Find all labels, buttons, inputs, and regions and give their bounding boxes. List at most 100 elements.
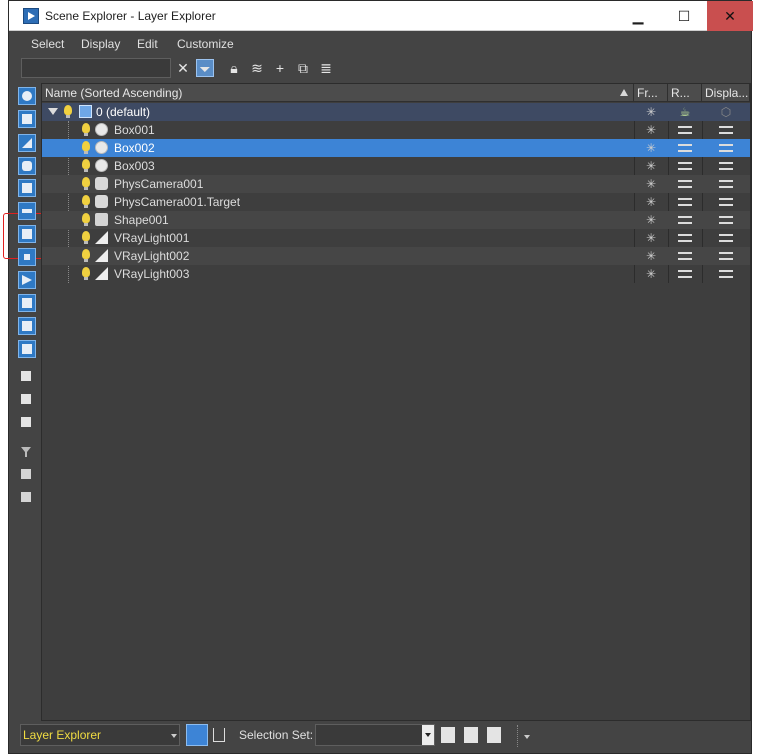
display-groups-icon[interactable] [18, 225, 36, 243]
display-bones-icon[interactable] [18, 271, 36, 289]
light-bulb-icon[interactable] [82, 123, 90, 136]
display-box-icon[interactable]: ⬡ [719, 105, 733, 119]
display-stack-icon[interactable] [719, 159, 733, 173]
object-row-box001[interactable]: Box001 ✳ [42, 121, 750, 139]
selection-set-dropdown[interactable] [315, 724, 435, 746]
freeze-icon[interactable]: ✳ [644, 105, 658, 119]
light-bulb-icon[interactable] [82, 267, 90, 280]
search-input[interactable] [21, 58, 171, 78]
display-cameras-icon[interactable] [18, 157, 36, 175]
render-teapot-icon[interactable]: ☕︎ [678, 105, 692, 119]
object-row-vraylight001[interactable]: VRayLight001 ✳ [42, 229, 750, 247]
light-bulb-icon[interactable] [82, 231, 90, 244]
filter-table-icon[interactable] [18, 489, 36, 507]
explorer-selector[interactable]: Layer Explorer [20, 724, 180, 746]
resize-grip[interactable] [517, 725, 518, 747]
display-stack-icon[interactable] [719, 123, 733, 137]
display-invert-icon[interactable] [18, 414, 36, 432]
select-layer-icon[interactable]: ⧉ [294, 59, 312, 77]
render-stack-icon[interactable] [678, 213, 692, 227]
light-bulb-icon[interactable] [82, 195, 90, 208]
object-row-physcamera001-target[interactable]: PhysCamera001.Target ✳ [42, 193, 750, 211]
minimize-button[interactable]: ▁ [615, 1, 661, 31]
freeze-icon[interactable]: ✳ [644, 213, 658, 227]
column-renderable-header[interactable]: R... [668, 84, 702, 102]
object-row-vraylight003[interactable]: VRayLight003 ✳ [42, 265, 750, 283]
object-row-physcamera001[interactable]: PhysCamera001 ✳ [42, 175, 750, 193]
light-bulb-icon[interactable] [82, 249, 90, 262]
layer-row-default[interactable]: 0 (default) ✳ ☕︎ ⬡ [42, 103, 750, 121]
add-to-layer-icon[interactable]: ≋ [248, 59, 266, 77]
display-stack-icon[interactable] [719, 249, 733, 263]
display-spacewarps-icon[interactable] [18, 202, 36, 220]
filter-toggle-icon[interactable]: ⏷ [196, 59, 214, 77]
display-stack-icon[interactable] [719, 267, 733, 281]
clear-search-icon[interactable]: ✕ [174, 59, 192, 77]
column-frozen-header[interactable]: Fr... [634, 84, 668, 102]
object-row-vraylight002[interactable]: VRayLight002 ✳ [42, 247, 750, 265]
chevron-down-icon[interactable] [422, 725, 434, 745]
display-hidden-icon[interactable] [18, 340, 36, 358]
manage-layers-icon[interactable]: ≣ [317, 59, 335, 77]
display-lights-icon[interactable] [18, 134, 36, 152]
display-none-icon[interactable] [18, 87, 36, 105]
column-display-header[interactable]: Displa... [702, 84, 750, 102]
geometry-sphere-icon [95, 123, 108, 136]
object-row-shape001[interactable]: Shape001 ✳ [42, 211, 750, 229]
render-stack-icon[interactable] [678, 177, 692, 191]
display-stack-icon[interactable] [719, 231, 733, 245]
filter-options-icon[interactable] [18, 466, 36, 484]
render-stack-icon[interactable] [678, 159, 692, 173]
light-bulb-icon[interactable] [82, 159, 90, 172]
remove-from-selection-set-icon[interactable] [487, 727, 501, 743]
filter-funnel-icon[interactable] [18, 444, 36, 462]
light-bulb-icon[interactable] [82, 177, 90, 190]
create-layer-icon[interactable]: + [271, 59, 289, 77]
display-frozen-icon[interactable] [18, 317, 36, 335]
maximize-button[interactable]: ☐ [661, 1, 707, 31]
display-all-icon[interactable] [18, 368, 36, 386]
freeze-icon[interactable]: ✳ [644, 267, 658, 281]
sort-by-layers-button[interactable] [186, 724, 208, 746]
render-stack-icon[interactable] [678, 141, 692, 155]
close-button[interactable]: ✕ [707, 1, 753, 31]
lock-icon[interactable]: 🔒︎ [225, 59, 243, 77]
sort-by-hierarchy-button[interactable] [208, 724, 230, 746]
light-bulb-icon[interactable] [82, 213, 90, 226]
display-geometry-icon[interactable] [18, 110, 36, 128]
explorer-selector-value: Layer Explorer [23, 728, 102, 742]
freeze-icon[interactable]: ✳ [644, 177, 658, 191]
add-to-selection-set-icon[interactable] [464, 727, 478, 743]
overflow-menu-icon[interactable] [524, 735, 530, 739]
render-stack-icon[interactable] [678, 249, 692, 263]
display-stack-icon[interactable] [719, 195, 733, 209]
object-row-box003[interactable]: Box003 ✳ [42, 157, 750, 175]
menu-select[interactable]: Select [31, 37, 64, 51]
render-stack-icon[interactable] [678, 267, 692, 281]
menu-customize[interactable]: Customize [177, 37, 234, 51]
freeze-icon[interactable]: ✳ [644, 159, 658, 173]
display-stack-icon[interactable] [719, 141, 733, 155]
display-helpers-icon[interactable] [18, 179, 36, 197]
display-none-filter-icon[interactable] [18, 391, 36, 409]
menu-edit[interactable]: Edit [137, 37, 158, 51]
menu-display[interactable]: Display [81, 37, 120, 51]
object-row-box002[interactable]: Box002 ✳ [42, 139, 750, 157]
render-stack-icon[interactable] [678, 195, 692, 209]
column-name-header[interactable]: Name (Sorted Ascending) [42, 84, 634, 102]
render-stack-icon[interactable] [678, 123, 692, 137]
render-stack-icon[interactable] [678, 231, 692, 245]
freeze-icon[interactable]: ✳ [644, 195, 658, 209]
display-containers-icon[interactable] [18, 294, 36, 312]
display-stack-icon[interactable] [719, 213, 733, 227]
freeze-icon[interactable]: ✳ [644, 123, 658, 137]
light-bulb-icon[interactable] [64, 105, 72, 118]
display-xrefs-icon[interactable] [18, 248, 36, 266]
light-bulb-icon[interactable] [82, 141, 90, 154]
edit-selection-set-icon[interactable] [441, 727, 455, 743]
display-stack-icon[interactable] [719, 177, 733, 191]
freeze-icon[interactable]: ✳ [644, 249, 658, 263]
collapse-arrow-icon[interactable] [48, 108, 58, 115]
freeze-icon[interactable]: ✳ [644, 141, 658, 155]
freeze-icon[interactable]: ✳ [644, 231, 658, 245]
